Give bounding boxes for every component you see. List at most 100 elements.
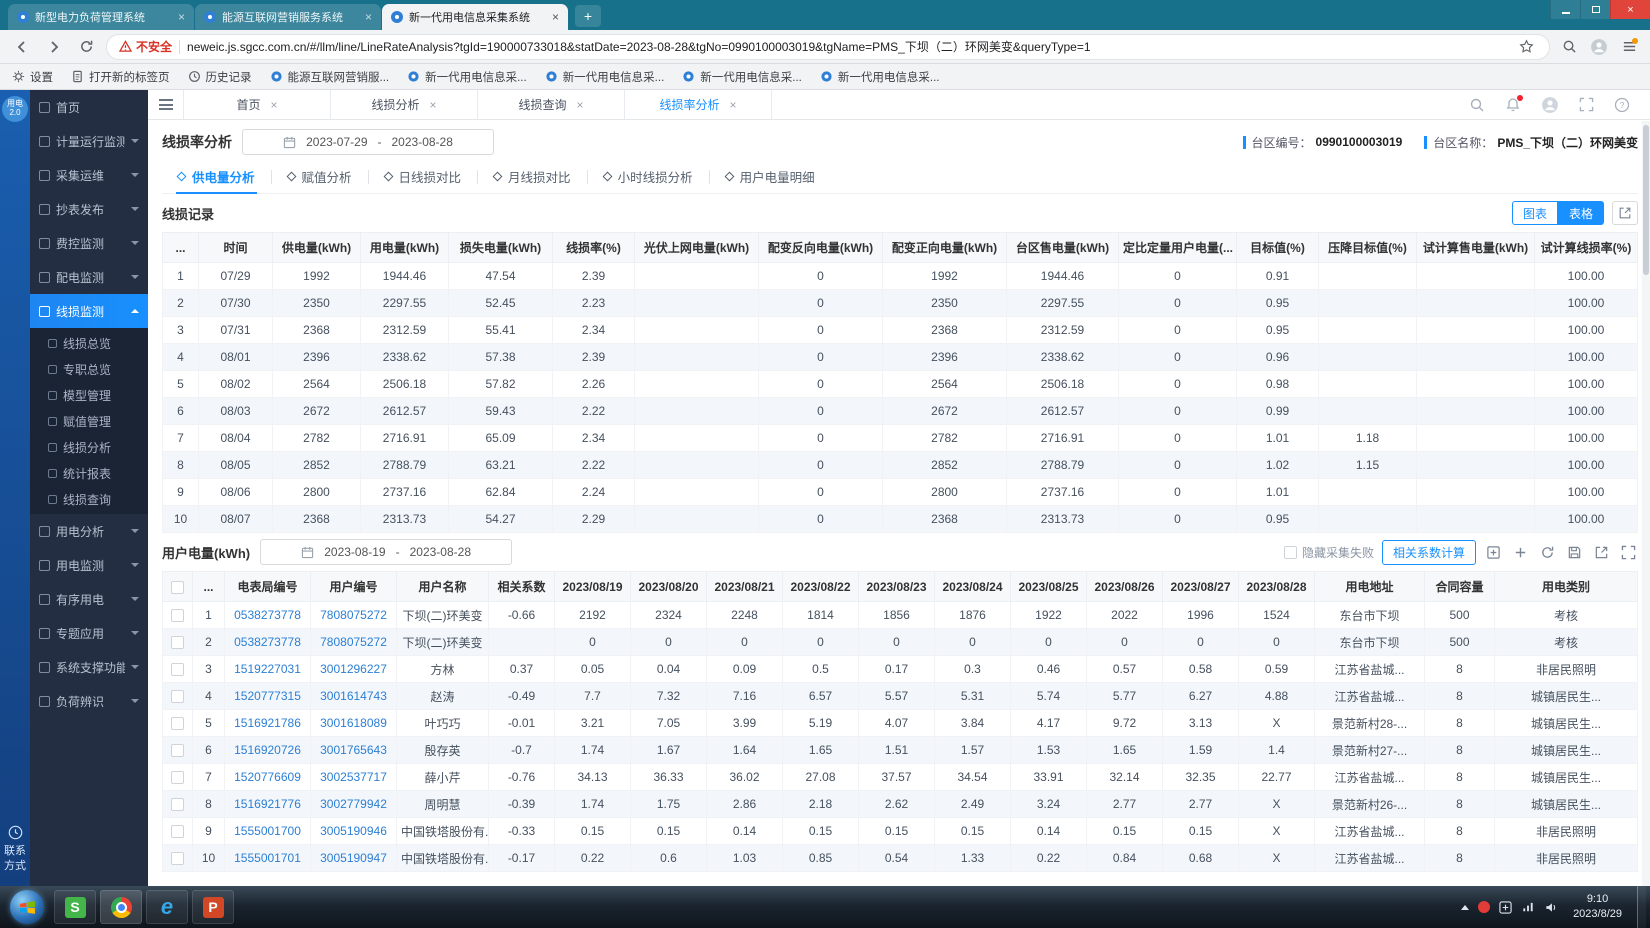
cell-link[interactable]: 3001614743 <box>320 689 387 703</box>
tab-close-icon[interactable]: × <box>552 10 559 24</box>
cell-link[interactable]: 3005190946 <box>320 824 387 838</box>
input-indicator-icon[interactable] <box>1499 901 1512 914</box>
bookmark-item[interactable]: 打开新的标签页 <box>71 69 170 85</box>
security-warning[interactable]: 不安全 <box>119 38 172 55</box>
row-checkbox[interactable] <box>171 798 184 811</box>
sidebar-item[interactable]: 采集运维 <box>30 158 148 192</box>
cell-link[interactable]: 1520777315 <box>234 689 301 703</box>
tab-close-icon[interactable]: × <box>271 98 278 112</box>
sidebar-subitem[interactable]: 统计报表 <box>30 460 148 486</box>
chart-view-button[interactable]: 图表 <box>1512 201 1558 225</box>
browser-tab[interactable]: 新型电力负荷管理系统× <box>8 4 194 30</box>
profile-button[interactable] <box>1588 36 1610 58</box>
hide-failed-checkbox[interactable] <box>1284 546 1297 559</box>
cell-link[interactable]: 0538273778 <box>234 608 301 622</box>
bookmark-item[interactable]: 新一代用电信息采... <box>820 69 940 85</box>
cell-link[interactable]: 1516921786 <box>234 716 301 730</box>
tray-badge-icon[interactable] <box>1478 901 1490 913</box>
new-tab-button[interactable]: + <box>575 5 601 27</box>
cell-link[interactable]: 1516921776 <box>234 797 301 811</box>
row-checkbox[interactable] <box>171 852 184 865</box>
cell-link[interactable]: 3001765643 <box>320 743 387 757</box>
row-checkbox[interactable] <box>171 609 184 622</box>
cell-link[interactable]: 3001618089 <box>320 716 387 730</box>
tab-close-icon[interactable]: × <box>577 98 584 112</box>
subtab[interactable]: 供电量分析 <box>162 160 271 193</box>
browser-menu-button[interactable] <box>1618 36 1640 58</box>
bookmark-item[interactable]: 新一代用电信息采... <box>407 69 527 85</box>
user-date-range-picker[interactable]: 2023-08-19 - 2023-08-28 <box>260 539 512 565</box>
bookmark-item[interactable]: 历史记录 <box>188 69 252 85</box>
cell-link[interactable]: 1555001701 <box>234 851 301 865</box>
row-checkbox[interactable] <box>171 717 184 730</box>
cell-link[interactable]: 7808075272 <box>320 608 387 622</box>
table-view-button[interactable]: 表格 <box>1558 201 1604 225</box>
taskbar-ie-button[interactable]: e <box>146 890 188 924</box>
row-checkbox[interactable] <box>171 636 184 649</box>
sidebar-item[interactable]: 首页 <box>30 90 148 124</box>
row-checkbox[interactable] <box>171 771 184 784</box>
row-checkbox[interactable] <box>171 825 184 838</box>
sidebar-item[interactable]: 用电分析 <box>30 514 148 548</box>
sidebar-subitem[interactable]: 线损查询 <box>30 486 148 512</box>
table-fullscreen-button[interactable] <box>1619 545 1638 560</box>
cell-link[interactable]: 3005190947 <box>320 851 387 865</box>
bookmark-item[interactable]: 新一代用电信息采... <box>682 69 802 85</box>
taskbar-clock[interactable]: 9:10 2023/8/29 <box>1567 892 1628 922</box>
subtab[interactable]: 赋值分析 <box>272 160 368 193</box>
save-button[interactable] <box>1565 545 1584 560</box>
select-all-checkbox[interactable] <box>171 581 184 594</box>
cell-link[interactable]: 7808075272 <box>320 635 387 649</box>
sidebar-item[interactable]: 费控监测 <box>30 226 148 260</box>
cell-link[interactable]: 1555001700 <box>234 824 301 838</box>
app-tab[interactable]: 线损分析× <box>330 90 478 119</box>
browser-tab[interactable]: 新一代用电信息采集系统× <box>382 4 568 30</box>
reload-button[interactable] <box>74 35 98 59</box>
app-tab[interactable]: 线损率分析× <box>624 90 772 119</box>
forward-button[interactable] <box>42 35 66 59</box>
cell-link[interactable]: 0538273778 <box>234 635 301 649</box>
sidebar-subitem[interactable]: 模型管理 <box>30 382 148 408</box>
refresh-button[interactable] <box>1538 545 1557 560</box>
subtab[interactable]: 月线损对比 <box>478 160 587 193</box>
sidebar-subitem[interactable]: 赋值管理 <box>30 408 148 434</box>
sidebar-subitem[interactable]: 线损分析 <box>30 434 148 460</box>
notifications-button[interactable] <box>1505 97 1521 113</box>
back-button[interactable] <box>10 35 34 59</box>
browser-tab[interactable]: 能源互联网营销服务系统× <box>195 4 381 30</box>
contact-button[interactable]: 联系方式 <box>2 825 28 874</box>
row-checkbox[interactable] <box>171 744 184 757</box>
loss-date-range-picker[interactable]: 2023-07-29 - 2023-08-28 <box>242 129 494 155</box>
sidebar-subitem[interactable]: 线损总览 <box>30 330 148 356</box>
search-zoom-button[interactable] <box>1558 36 1580 58</box>
sidebar-item[interactable]: 配电监测 <box>30 260 148 294</box>
app-tab[interactable]: 线损查询× <box>477 90 625 119</box>
volume-icon[interactable] <box>1544 901 1558 914</box>
cell-link[interactable]: 1520776609 <box>234 770 301 784</box>
bookmark-item[interactable]: 设置 <box>12 69 53 85</box>
sidebar-item[interactable]: 计量运行监测 <box>30 124 148 158</box>
hide-failed-toggle[interactable]: 隐藏采集失败 <box>1284 544 1374 561</box>
cell-link[interactable]: 3002537717 <box>320 770 387 784</box>
subtab[interactable]: 小时线损分析 <box>588 160 709 193</box>
window-maximize-button[interactable] <box>1580 0 1610 19</box>
export-button[interactable] <box>1612 201 1638 225</box>
taskbar-chrome-button[interactable] <box>100 890 142 924</box>
cell-link[interactable]: 1516920726 <box>234 743 301 757</box>
tab-close-icon[interactable]: × <box>430 98 437 112</box>
bookmark-item[interactable]: 能源互联网营销服... <box>270 69 390 85</box>
help-button[interactable]: ? <box>1614 97 1630 113</box>
taskbar-app-s-icon[interactable]: S <box>54 890 96 924</box>
hidden-icons-button[interactable] <box>1461 905 1469 910</box>
sidebar-subitem[interactable]: 专职总览 <box>30 356 148 382</box>
subtab[interactable]: 用户电量明细 <box>710 160 831 193</box>
bookmark-item[interactable]: 新一代用电信息采... <box>545 69 665 85</box>
sidebar-item[interactable]: 有序用电 <box>30 582 148 616</box>
tab-close-icon[interactable]: × <box>178 10 185 24</box>
start-button[interactable] <box>10 890 44 924</box>
address-bar[interactable]: 不安全 neweic.js.sgcc.com.cn/#/llm/line/Lin… <box>106 34 1550 60</box>
export-table-button[interactable] <box>1592 545 1611 560</box>
row-checkbox[interactable] <box>171 690 184 703</box>
cell-link[interactable]: 1519227031 <box>234 662 301 676</box>
add-row-button[interactable] <box>1511 545 1530 560</box>
